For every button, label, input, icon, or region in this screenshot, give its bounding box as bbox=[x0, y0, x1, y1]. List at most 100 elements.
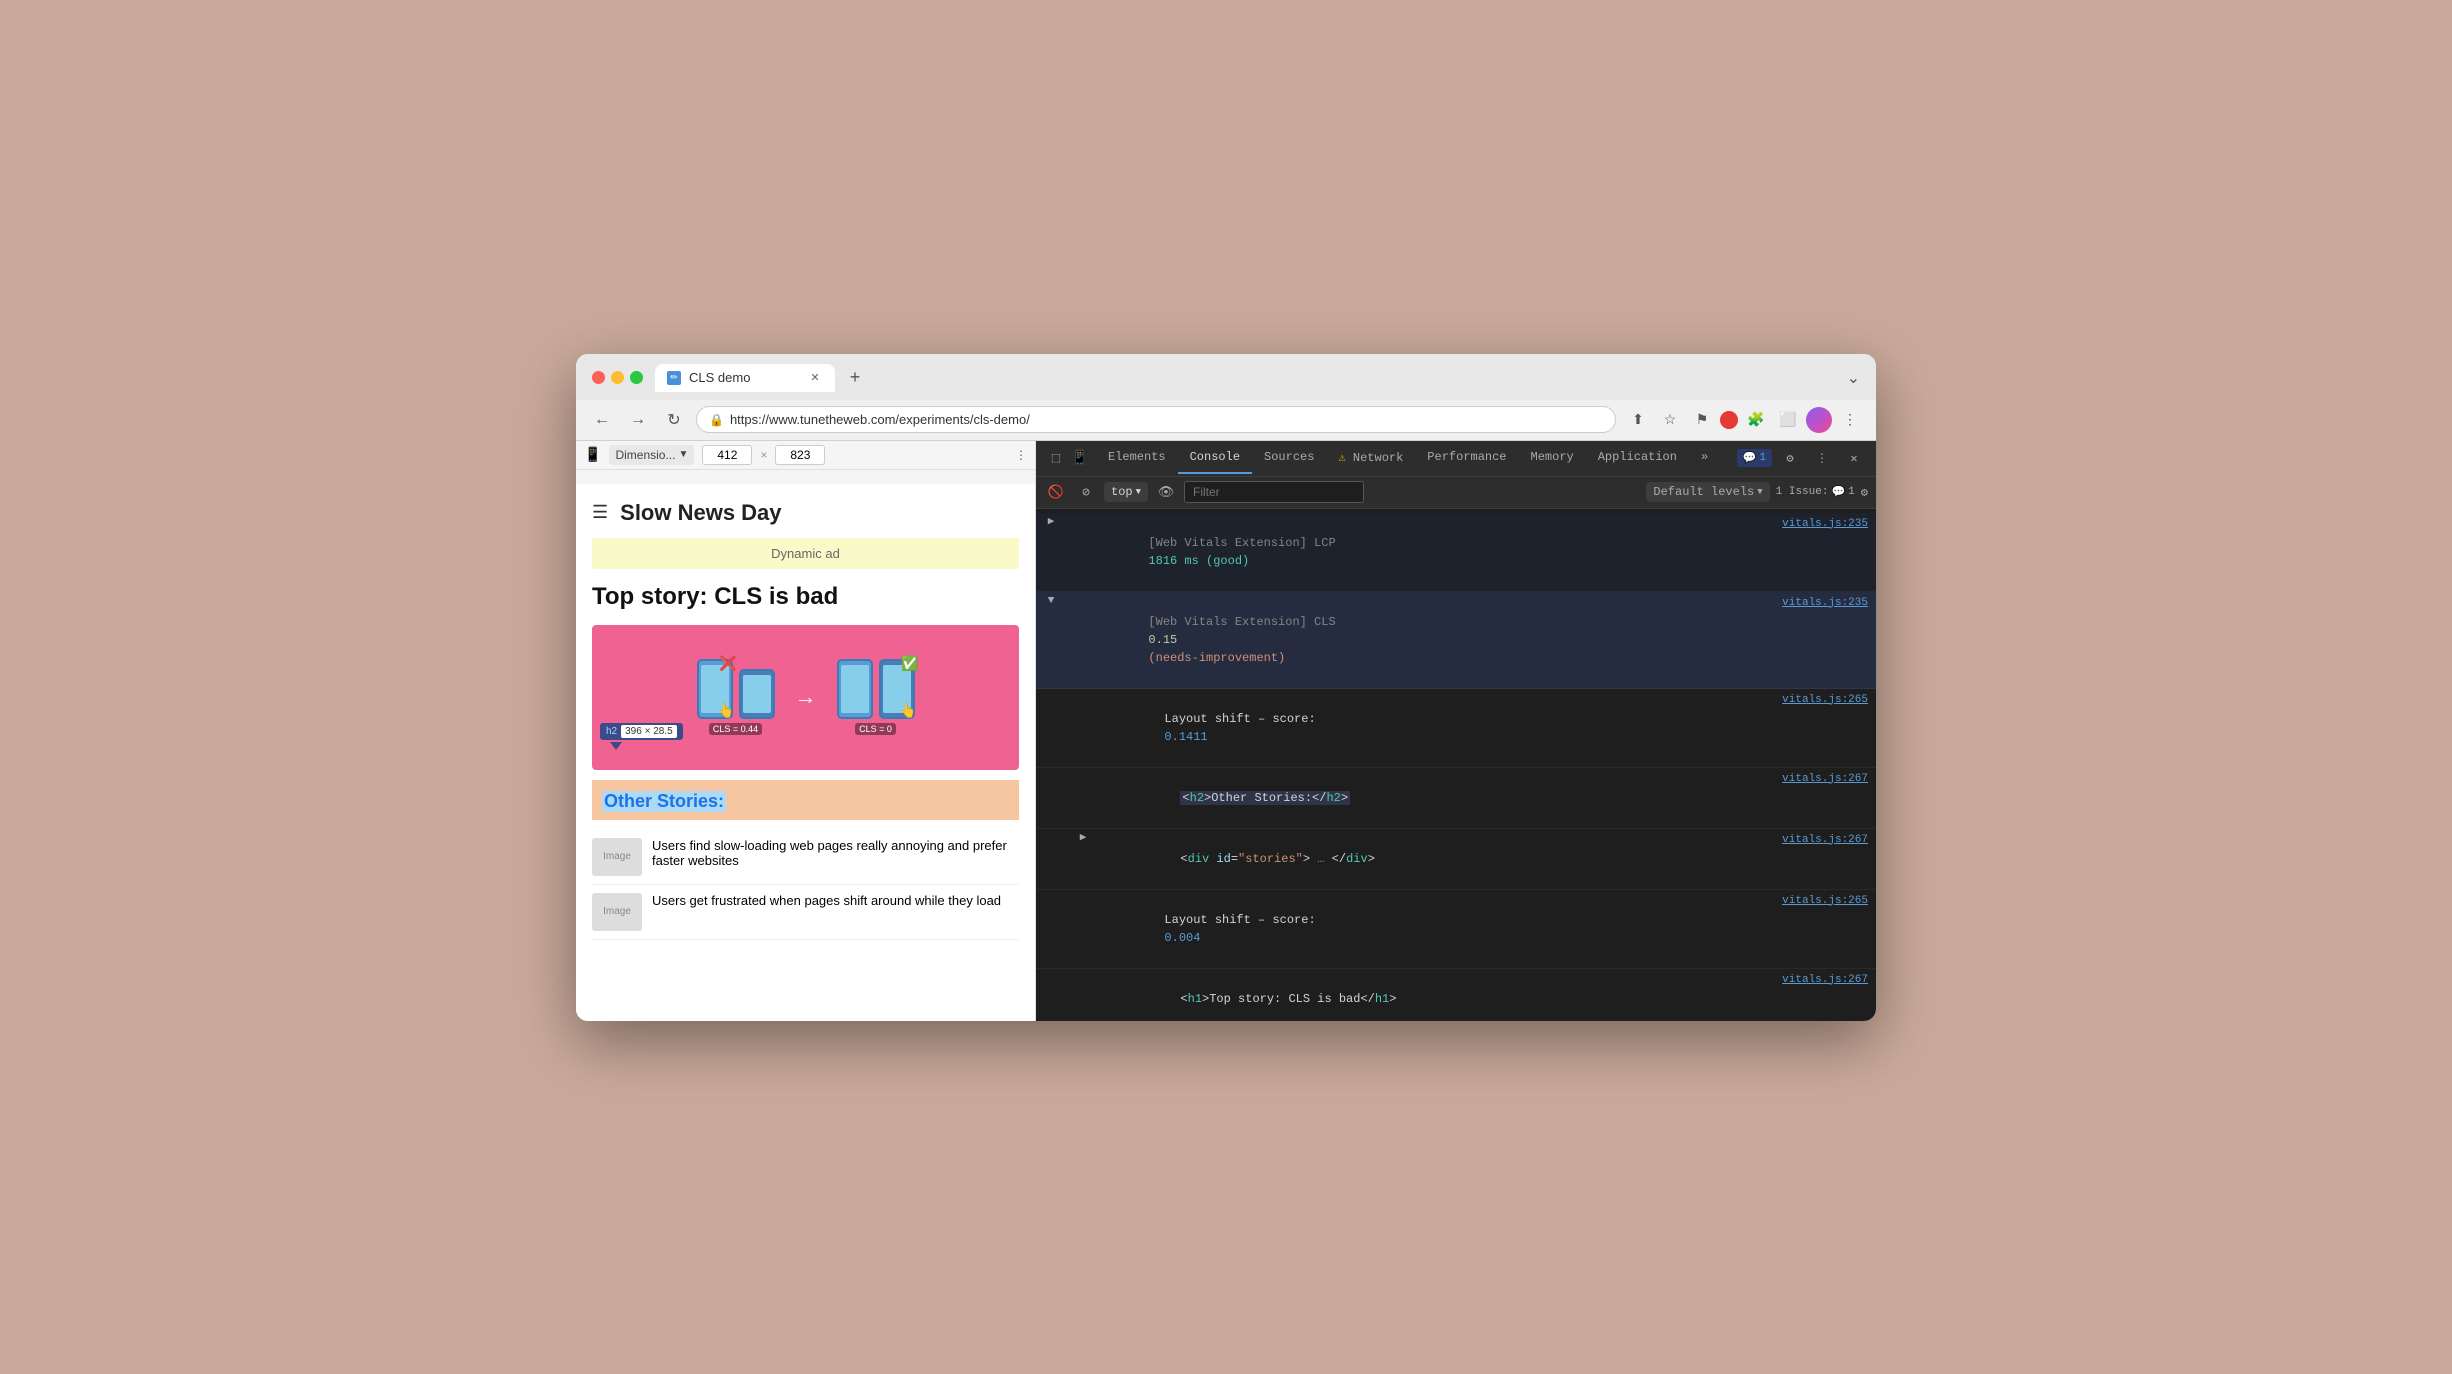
browser-viewport: 📱 Dimensio... ▼ × ⋮ ☰ Slow News Day bbox=[576, 441, 1036, 1021]
shift1-source[interactable]: vitals.js:265 bbox=[1782, 692, 1868, 709]
story-item-1: Image Users find slow-loading web pages … bbox=[592, 830, 1019, 885]
other-stories-section: Other Stories: bbox=[592, 780, 1019, 820]
h2-arrow-indicator bbox=[610, 742, 622, 750]
tab-application[interactable]: Application bbox=[1586, 442, 1689, 474]
url-text: https://www.tunetheweb.com/experiments/c… bbox=[730, 412, 1030, 427]
device-toolbar-more-icon[interactable]: ⋮ bbox=[1015, 448, 1027, 462]
record-button[interactable] bbox=[1720, 411, 1738, 429]
lcp-source[interactable]: vitals.js:235 bbox=[1782, 516, 1868, 533]
div-1-source[interactable]: vitals.js:267 bbox=[1782, 832, 1868, 849]
profile-avatar[interactable] bbox=[1806, 407, 1832, 433]
tab-console[interactable]: Console bbox=[1178, 442, 1252, 474]
maximize-button[interactable] bbox=[630, 371, 643, 384]
article-title: Top story: CLS is bad bbox=[592, 583, 1019, 611]
shift2-source[interactable]: vitals.js:265 bbox=[1782, 893, 1868, 910]
filter-icon[interactable]: ⊘ bbox=[1074, 480, 1098, 504]
tab-close-button[interactable]: ✕ bbox=[807, 370, 823, 386]
lcp-row-toggle[interactable]: ▶ bbox=[1044, 516, 1058, 530]
tab-title: CLS demo bbox=[689, 370, 750, 385]
ad-banner: Dynamic ad bbox=[592, 538, 1019, 569]
devtools-more-icon[interactable]: ⋮ bbox=[1808, 444, 1836, 472]
flag-icon[interactable]: ⚑ bbox=[1688, 406, 1716, 434]
device-select[interactable]: Dimensio... ▼ bbox=[609, 445, 694, 465]
phone-device-1: ❌ 👆 bbox=[697, 659, 733, 719]
phone-group-good: ✅ 👆 bbox=[837, 659, 915, 719]
other-stories-heading: Other Stories: bbox=[602, 786, 1009, 814]
device-dropdown-icon: ▼ bbox=[678, 449, 688, 460]
inspect-icon[interactable]: ⬚ bbox=[1044, 446, 1068, 470]
tab-memory[interactable]: Memory bbox=[1519, 442, 1586, 474]
phone-screen-3 bbox=[841, 665, 869, 713]
phone-screen-2 bbox=[743, 675, 771, 713]
clear-console-icon[interactable]: 🚫 bbox=[1044, 480, 1068, 504]
h1-source[interactable]: vitals.js:267 bbox=[1782, 972, 1868, 989]
minimize-button[interactable] bbox=[611, 371, 624, 384]
share-icon[interactable]: ⬆ bbox=[1624, 406, 1652, 434]
log-row-shift1-score: ▶ Layout shift – score: 0.1411 vitals.js… bbox=[1036, 689, 1876, 768]
h2-highlight-box: h2 396 × 28.5 bbox=[600, 723, 683, 740]
shift2-score-content: Layout shift – score: 0.004 bbox=[1078, 893, 1774, 965]
browser-menu-icon[interactable]: ⋮ bbox=[1836, 406, 1864, 434]
devtools-settings-icon[interactable]: ⚙ bbox=[1776, 444, 1804, 472]
back-button[interactable]: ← bbox=[588, 406, 616, 434]
h2-tag: h2 bbox=[606, 726, 617, 737]
phone-device-4: ✅ 👆 bbox=[879, 659, 915, 719]
url-bar[interactable]: 🔒 https://www.tunetheweb.com/experiments… bbox=[696, 406, 1616, 433]
cls-row-toggle[interactable]: ▼ bbox=[1044, 595, 1058, 609]
site-title: Slow News Day bbox=[620, 500, 781, 526]
tab-performance[interactable]: Performance bbox=[1415, 442, 1518, 474]
issues-counter[interactable]: 💬 1 bbox=[1737, 449, 1772, 467]
chevron-down-icon[interactable]: ⌄ bbox=[1847, 368, 1860, 388]
cls-source[interactable]: vitals.js:235 bbox=[1782, 595, 1868, 612]
div-1-toggle[interactable]: ▶ bbox=[1076, 832, 1090, 846]
close-button[interactable] bbox=[592, 371, 605, 384]
console-filter-input[interactable] bbox=[1184, 481, 1364, 503]
console-output[interactable]: ▶ [Web Vitals Extension] LCP 1816 ms (go… bbox=[1036, 509, 1876, 1021]
width-input[interactable] bbox=[702, 445, 752, 465]
content-area: 📱 Dimensio... ▼ × ⋮ ☰ Slow News Day bbox=[576, 441, 1876, 1021]
div-1-content: <div id="stories"> … </div> bbox=[1094, 832, 1774, 886]
h2-1-source[interactable]: vitals.js:267 bbox=[1782, 771, 1868, 788]
tab-favicon: ✏ bbox=[667, 371, 681, 385]
default-levels-selector[interactable]: Default levels ▼ bbox=[1646, 482, 1769, 502]
tab-elements[interactable]: Elements bbox=[1096, 442, 1178, 474]
h2-size-badge: 396 × 28.5 bbox=[621, 725, 677, 738]
console-settings-icon[interactable]: ⚙ bbox=[1861, 485, 1868, 500]
cls-good-label: CLS = 0 bbox=[855, 723, 896, 735]
shift1-score-content: Layout shift – score: 0.1411 bbox=[1078, 692, 1774, 764]
dimension-separator: × bbox=[760, 448, 767, 462]
hamburger-menu-icon[interactable]: ☰ bbox=[592, 502, 608, 523]
cls-good-demo: ✅ 👆 CLS = 0 bbox=[837, 659, 915, 735]
eye-icon[interactable]: 👁 bbox=[1154, 480, 1178, 504]
forward-button[interactable]: → bbox=[624, 406, 652, 434]
h1-content: <h1>Top story: CLS is bad</h1> bbox=[1094, 972, 1774, 1021]
device-toggle-icon[interactable]: 📱 bbox=[1068, 446, 1092, 470]
phone-device-3 bbox=[837, 659, 873, 719]
site-header: ☰ Slow News Day bbox=[592, 500, 1019, 526]
log-row-lcp: ▶ [Web Vitals Extension] LCP 1816 ms (go… bbox=[1036, 513, 1876, 592]
device-toolbar: 📱 Dimensio... ▼ × ⋮ bbox=[576, 441, 1035, 470]
tab-network[interactable]: ⚠ Network bbox=[1326, 442, 1415, 475]
responsive-icon[interactable]: 📱 bbox=[584, 446, 601, 463]
lock-icon: 🔒 bbox=[709, 413, 724, 427]
issues-display: 1 Issue: 💬 1 bbox=[1776, 485, 1855, 499]
active-tab[interactable]: ✏ CLS demo ✕ bbox=[655, 364, 835, 392]
hand-emoji-1: 👆 bbox=[717, 702, 734, 719]
cls-bad-label: CLS = 0.44 bbox=[709, 723, 762, 735]
devtools-close-icon[interactable]: ✕ bbox=[1840, 444, 1868, 472]
hand-emoji-2: 👆 bbox=[899, 702, 916, 719]
tab-sources[interactable]: Sources bbox=[1252, 442, 1326, 474]
new-tab-button[interactable]: + bbox=[841, 364, 869, 392]
log-row-shift2-score: ▶ Layout shift – score: 0.004 vitals.js:… bbox=[1036, 890, 1876, 969]
top-context-selector[interactable]: top ▼ bbox=[1104, 482, 1148, 502]
tab-more[interactable]: » bbox=[1689, 442, 1720, 474]
bookmark-icon[interactable]: ☆ bbox=[1656, 406, 1684, 434]
top-dropdown-icon: ▼ bbox=[1136, 487, 1141, 497]
story-text-1: Users find slow-loading web pages really… bbox=[652, 838, 1019, 868]
story-text-2: Users get frustrated when pages shift ar… bbox=[652, 893, 1001, 908]
reload-button[interactable]: ↻ bbox=[660, 406, 688, 434]
height-input[interactable] bbox=[775, 445, 825, 465]
extensions-icon[interactable]: 🧩 bbox=[1742, 406, 1770, 434]
cls-bad-demo: ❌ 👆 CLS = 0.44 bbox=[697, 659, 775, 735]
split-view-icon[interactable]: ⬜ bbox=[1774, 406, 1802, 434]
